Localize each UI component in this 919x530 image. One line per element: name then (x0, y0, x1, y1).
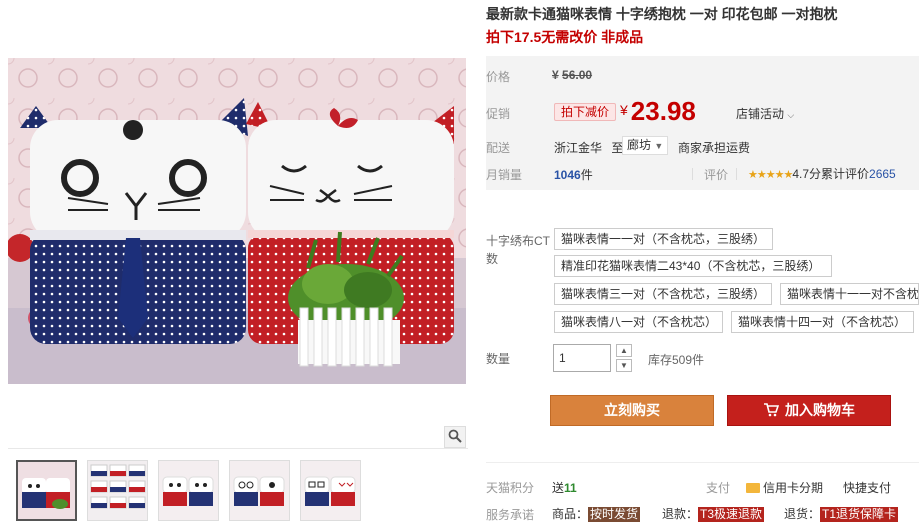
stock-count: 库存509件 (648, 353, 705, 367)
service-return[interactable]: 退货： T1退货保障卡 (784, 505, 899, 522)
price-panel: 价格 ¥ 56.00 促销 拍下减价 ¥23.98 店铺活动 ⌵ 配送 浙江金华… (486, 56, 919, 190)
ship-from: 浙江金华 至 (554, 139, 623, 156)
promo-currency: ¥ (620, 102, 628, 118)
points-prefix: 送 (552, 481, 565, 495)
store-activity-label: 店铺活动 (736, 107, 785, 121)
chevron-down-icon: ⌵ (787, 110, 795, 120)
section-divider (486, 462, 919, 463)
shipping-note: 商家承担运费 (678, 141, 751, 155)
thumbnail-2[interactable] (87, 460, 148, 521)
rating-score: 4.7分 (792, 167, 821, 181)
payment-installment[interactable]: 信用卡分期 (746, 479, 823, 496)
payment-quick-label: 快捷支付 (843, 481, 892, 495)
credit-card-icon (746, 483, 760, 493)
product-info-panel: 最新款卡通猫咪表情 十字绣抱枕 一对 印花包邮 一对抱枕 拍下17.5无需改价 … (486, 0, 919, 530)
star-rating-icon: ★★★★★ (748, 169, 793, 181)
payment-installment-label: 信用卡分期 (763, 481, 824, 495)
product-subtitle: 拍下17.5无需改价 非成品 (486, 29, 644, 45)
sku-option[interactable]: 猫咪表情三一对（不含枕芯，三股绣） (554, 283, 772, 305)
monthly-sales: 1046件 (554, 166, 593, 183)
review-text: 累计评价 (821, 167, 870, 181)
thumbnail-5[interactable] (300, 460, 361, 521)
service-refund[interactable]: 退款： T3极速退款 (662, 505, 765, 522)
service-tag: T1退货保障卡 (820, 507, 899, 522)
chevron-down-icon: ▼ (654, 141, 664, 151)
main-product-image[interactable] (8, 58, 466, 384)
sku-option[interactable]: 精准印花猫咪表情二43*40（不含枕芯，三股绣） (554, 255, 832, 277)
separator (692, 168, 693, 180)
shipping-label: 配送 (486, 141, 511, 155)
review-label: 评价 (704, 168, 729, 182)
magnifier-icon (448, 429, 462, 446)
sales-count: 1046 (554, 168, 581, 182)
product-gallery (0, 0, 472, 530)
service-tag: T3极速退款 (698, 507, 765, 522)
review-count: 2665 (869, 167, 896, 181)
store-activity-dropdown[interactable]: 店铺活动 ⌵ (736, 105, 794, 122)
ship-to-city: 廊坊 (627, 138, 652, 152)
zoom-button[interactable] (444, 426, 466, 448)
separator (736, 168, 737, 180)
sku-option[interactable]: 猫咪表情十一一对不含枕芯 (780, 283, 919, 305)
payment-label: 支付 (706, 481, 731, 495)
service-tag: 按时发货 (588, 507, 641, 522)
thumbnail-3[interactable] (158, 460, 219, 521)
original-price-currency: ¥ (552, 68, 559, 82)
sku-option[interactable]: 猫咪表情十四一对（不含枕芯） (731, 311, 914, 333)
service-prefix: 商品： (552, 507, 589, 521)
points-number: 11 (564, 481, 577, 495)
cart-icon (764, 403, 780, 417)
service-prefix: 退款： (662, 507, 699, 521)
quantity-increase-button[interactable]: ▲ (616, 344, 632, 357)
promo-label: 促销 (486, 107, 511, 121)
sales-unit: 件 (580, 168, 593, 182)
promo-badge: 拍下减价 (554, 103, 617, 121)
points-label: 天猫积分 (486, 481, 535, 495)
ship-to-selector[interactable]: 廊坊 ▼ (622, 136, 669, 155)
product-title: 最新款卡通猫咪表情 十字绣抱枕 一对 印花包邮 一对抱枕 (486, 6, 838, 22)
sku-label: 十字绣布CT数 (486, 234, 550, 266)
ship-from-city: 浙江金华 (554, 141, 603, 155)
add-to-cart-label: 加入购物车 (785, 402, 855, 418)
promo-price-value: 23.98 (630, 96, 696, 126)
thumbnail-4[interactable] (229, 460, 290, 521)
price-label: 价格 (486, 70, 511, 84)
buy-now-button[interactable]: 立刻购买 (550, 395, 714, 426)
quantity-decrease-button[interactable]: ▼ (616, 359, 632, 372)
quantity-label: 数量 (486, 352, 511, 366)
quantity-input[interactable] (553, 344, 611, 372)
rating-summary[interactable]: ★★★★★4.7分累计评价2665 (748, 165, 896, 182)
points-value: 送11 (552, 479, 577, 496)
service-shipping[interactable]: 商品： 按时发货 (552, 505, 641, 522)
gallery-divider (8, 448, 468, 449)
thumbnail-strip (16, 460, 361, 521)
original-price: ¥ 56.00 (552, 68, 592, 82)
service-label: 服务承诺 (486, 508, 535, 522)
original-price-value: 56.00 (562, 68, 593, 82)
sku-option[interactable]: 猫咪表情八一对（不含枕芯） (554, 311, 723, 333)
sales-label: 月销量 (486, 168, 523, 182)
service-prefix: 退货： (784, 507, 821, 521)
sku-option[interactable]: 猫咪表情一一对（不含枕芯，三股绣） (554, 228, 773, 250)
add-to-cart-button[interactable]: 加入购物车 (727, 395, 891, 426)
payment-quick[interactable]: 快捷支付 (843, 479, 891, 496)
promo-price: ¥23.98 (620, 96, 696, 127)
thumbnail-1[interactable] (16, 460, 77, 521)
